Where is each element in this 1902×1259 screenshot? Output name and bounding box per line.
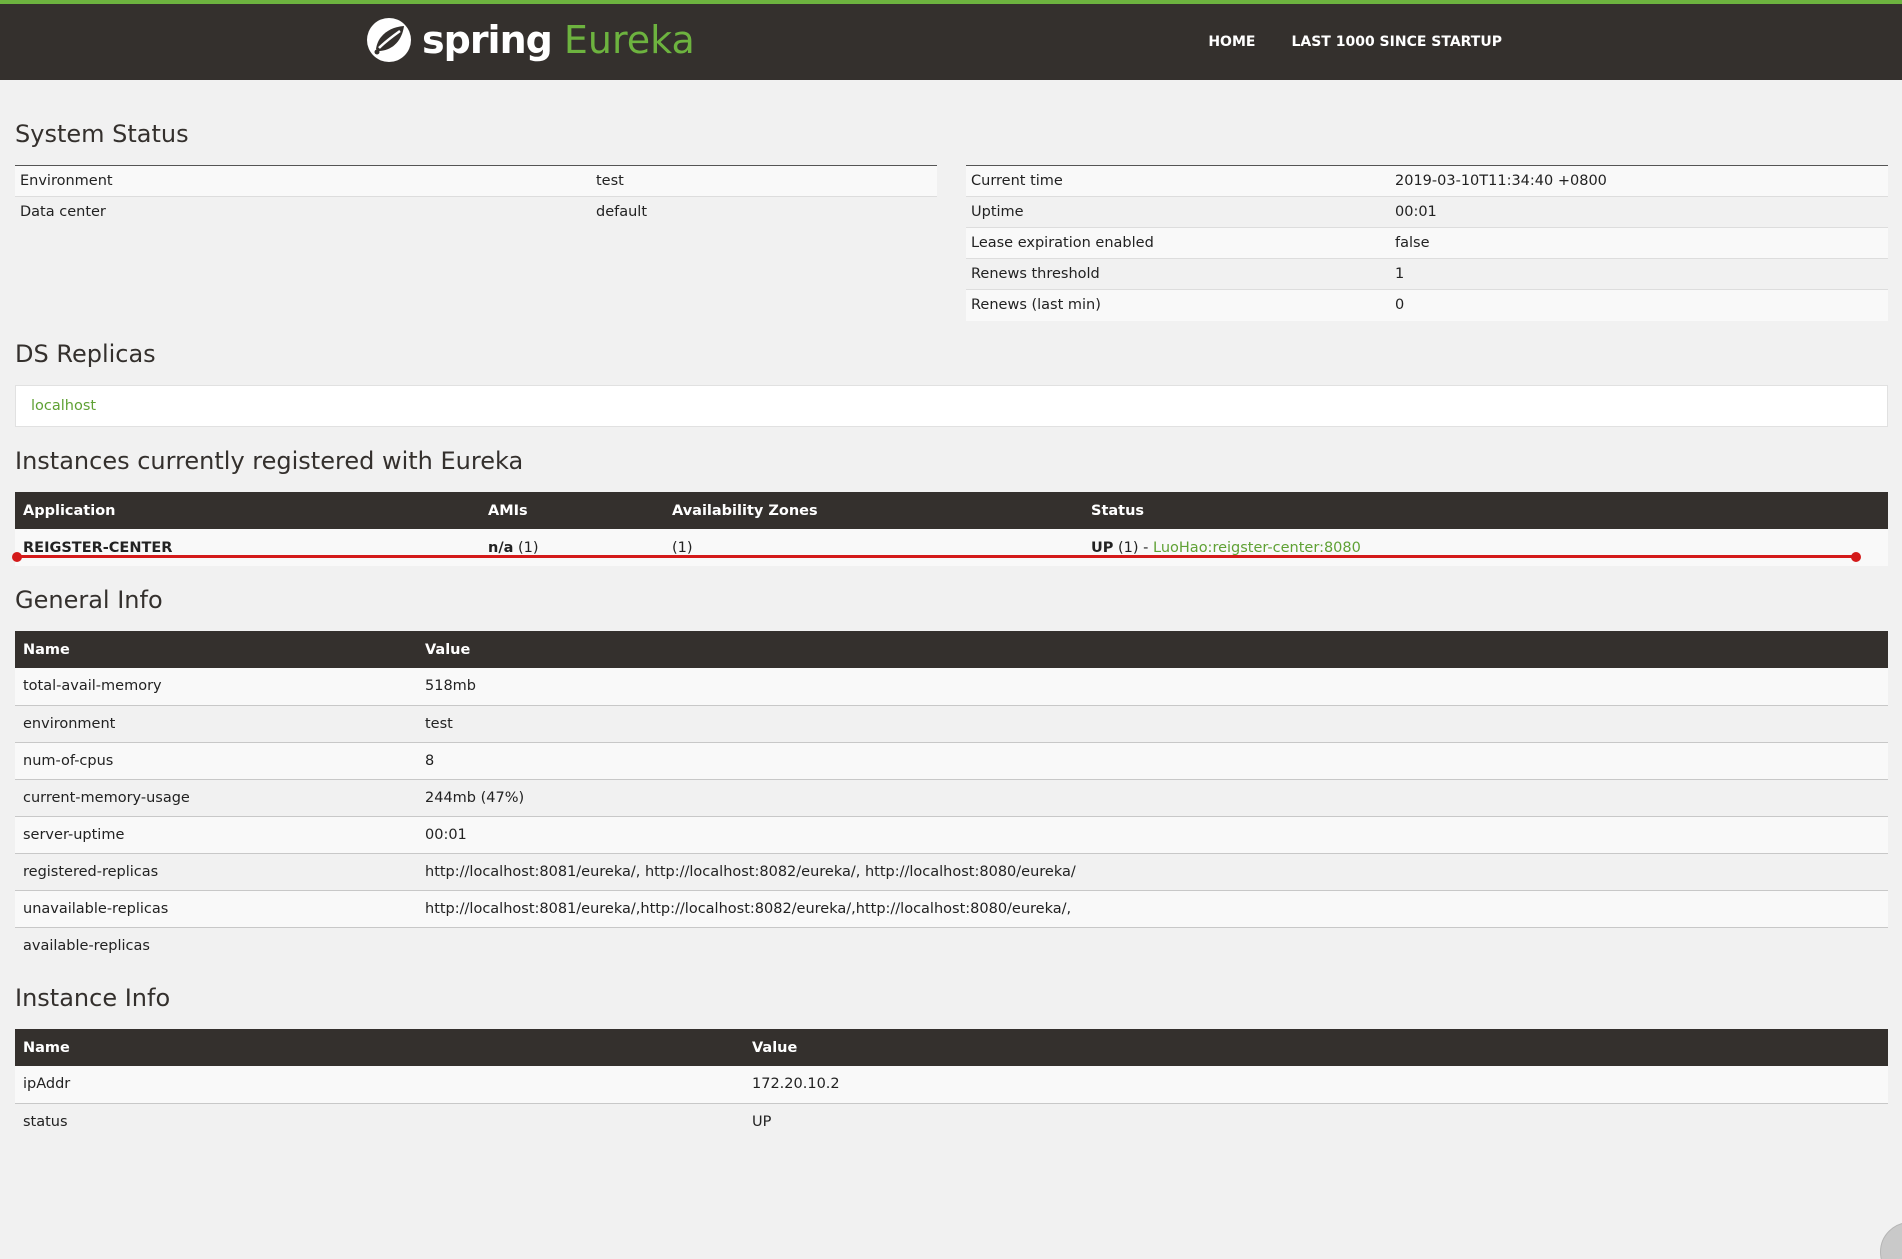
status-key: Uptime [966,196,1390,228]
status-key: Renews (last min) [966,289,1390,321]
brand-logo[interactable]: spring Eureka [366,14,695,66]
info-value: http://localhost:8081/eureka/, http://lo… [417,852,1888,890]
col-value: Value [744,1029,1888,1066]
table-row: num-of-cpus 8 [15,741,1888,779]
instance-info-value: UP [744,1102,1888,1140]
system-status-heading: System Status [15,120,189,148]
ds-replicas-heading: DS Replicas [15,340,156,368]
table-row: Renews threshold 1 [966,258,1888,290]
status-key: Renews threshold [966,258,1390,290]
status-value: test [591,165,937,197]
instance-amis-value: n/a [488,539,514,556]
nav-links: HOME LAST 1000 SINCE STARTUP [1208,34,1502,50]
instance-application: REIGSTER-CENTER [15,529,480,566]
table-row: status UP [15,1102,1888,1140]
instance-info-heading: Instance Info [15,984,171,1012]
nav-last-1000-link[interactable]: LAST 1000 SINCE STARTUP [1291,34,1502,50]
table-row: registered-replicas http://localhost:8081… [15,852,1888,890]
info-value: http://localhost:8081/eureka/,http://loc… [417,889,1888,927]
info-value: 244mb (47%) [417,778,1888,816]
instance-info-name: status [15,1102,744,1140]
general-info-table: Name Value total-avail-memory 518mb envir… [15,631,1888,964]
table-row: available-replicas [15,926,1888,964]
info-name: registered-replicas [15,852,417,890]
table-row: Uptime 00:01 [966,196,1888,228]
table-header-row: Application AMIs Availability Zones Stat… [15,492,1888,529]
status-value: 1 [1390,258,1888,290]
instance-info-name: ipAddr [15,1066,744,1103]
red-annotation-end-dot [1851,552,1861,562]
info-name: available-replicas [15,926,417,964]
table-row: environment test [15,704,1888,742]
table-row: Data center default [15,196,937,228]
table-row: Lease expiration enabled false [966,227,1888,259]
col-status: Status [1083,492,1888,529]
status-value: 2019-03-10T11:34:40 +0800 [1390,165,1888,197]
system-status-left-table: Environment test Data center default [15,165,937,228]
col-availability-zones: Availability Zones [664,492,1083,529]
instance-status-count: (1) - [1118,539,1149,556]
table-row: Current time 2019-03-10T11:34:40 +0800 [966,165,1888,197]
instance-amis-count: (1) [518,539,539,556]
brand-spring-text: spring [422,18,553,62]
instance-status: UP (1) - LuoHao:reigster-center:8080 [1083,529,1888,566]
info-value: 518mb [417,668,1888,705]
nav-home-link[interactable]: HOME [1208,34,1255,50]
table-row: unavailable-replicas http://localhost:808… [15,889,1888,927]
table-row: REIGSTER-CENTER n/a (1) (1) UP (1) - Luo… [15,529,1888,566]
table-header-row: Name Value [15,1029,1888,1066]
instance-zones: (1) [664,529,1083,566]
spring-leaf-icon [367,18,411,62]
col-name: Name [15,631,417,668]
ds-replicas-list: localhost [15,385,1888,427]
general-info-heading: General Info [15,586,163,614]
status-value: false [1390,227,1888,259]
table-row: Renews (last min) 0 [966,289,1888,321]
table-header-row: Name Value [15,631,1888,668]
col-application: Application [15,492,480,529]
instance-info-table: Name Value ipAddr 172.20.10.2 status UP [15,1029,1888,1140]
instance-link[interactable]: LuoHao:reigster-center:8080 [1153,540,1361,556]
col-value: Value [417,631,1888,668]
instance-amis: n/a (1) [480,529,664,566]
status-value: 00:01 [1390,196,1888,228]
table-row: server-uptime 00:01 [15,815,1888,853]
instance-info-value: 172.20.10.2 [744,1066,1888,1103]
red-annotation-line [16,555,1859,558]
table-row: Environment test [15,165,937,197]
info-name: server-uptime [15,815,417,853]
replica-link-localhost[interactable]: localhost [31,398,96,414]
red-annotation-start-dot [12,552,22,562]
status-key: Environment [15,165,591,197]
col-name: Name [15,1029,744,1066]
status-value: 0 [1390,289,1888,321]
status-key: Data center [15,196,591,228]
status-key: Current time [966,165,1390,197]
table-row: ipAddr 172.20.10.2 [15,1066,1888,1103]
info-name: current-memory-usage [15,778,417,816]
info-name: unavailable-replicas [15,889,417,927]
info-value: 8 [417,741,1888,779]
info-name: total-avail-memory [15,668,417,705]
table-row: total-avail-memory 518mb [15,668,1888,705]
info-name: num-of-cpus [15,741,417,779]
floating-corner-button[interactable] [1880,1222,1902,1259]
table-row: current-memory-usage 244mb (47%) [15,778,1888,816]
info-name: environment [15,704,417,742]
status-key: Lease expiration enabled [966,227,1390,259]
instances-heading: Instances currently registered with Eure… [15,447,524,475]
col-amis: AMIs [480,492,664,529]
info-value [417,926,1888,964]
brand-eureka-text: Eureka [563,18,695,62]
system-status-right-table: Current time 2019-03-10T11:34:40 +0800 U… [966,165,1888,321]
instance-status-value: UP [1091,539,1114,556]
info-value: 00:01 [417,815,1888,853]
info-value: test [417,704,1888,742]
top-navbar: spring Eureka HOME LAST 1000 SINCE START… [0,0,1902,80]
status-value: default [591,196,937,228]
